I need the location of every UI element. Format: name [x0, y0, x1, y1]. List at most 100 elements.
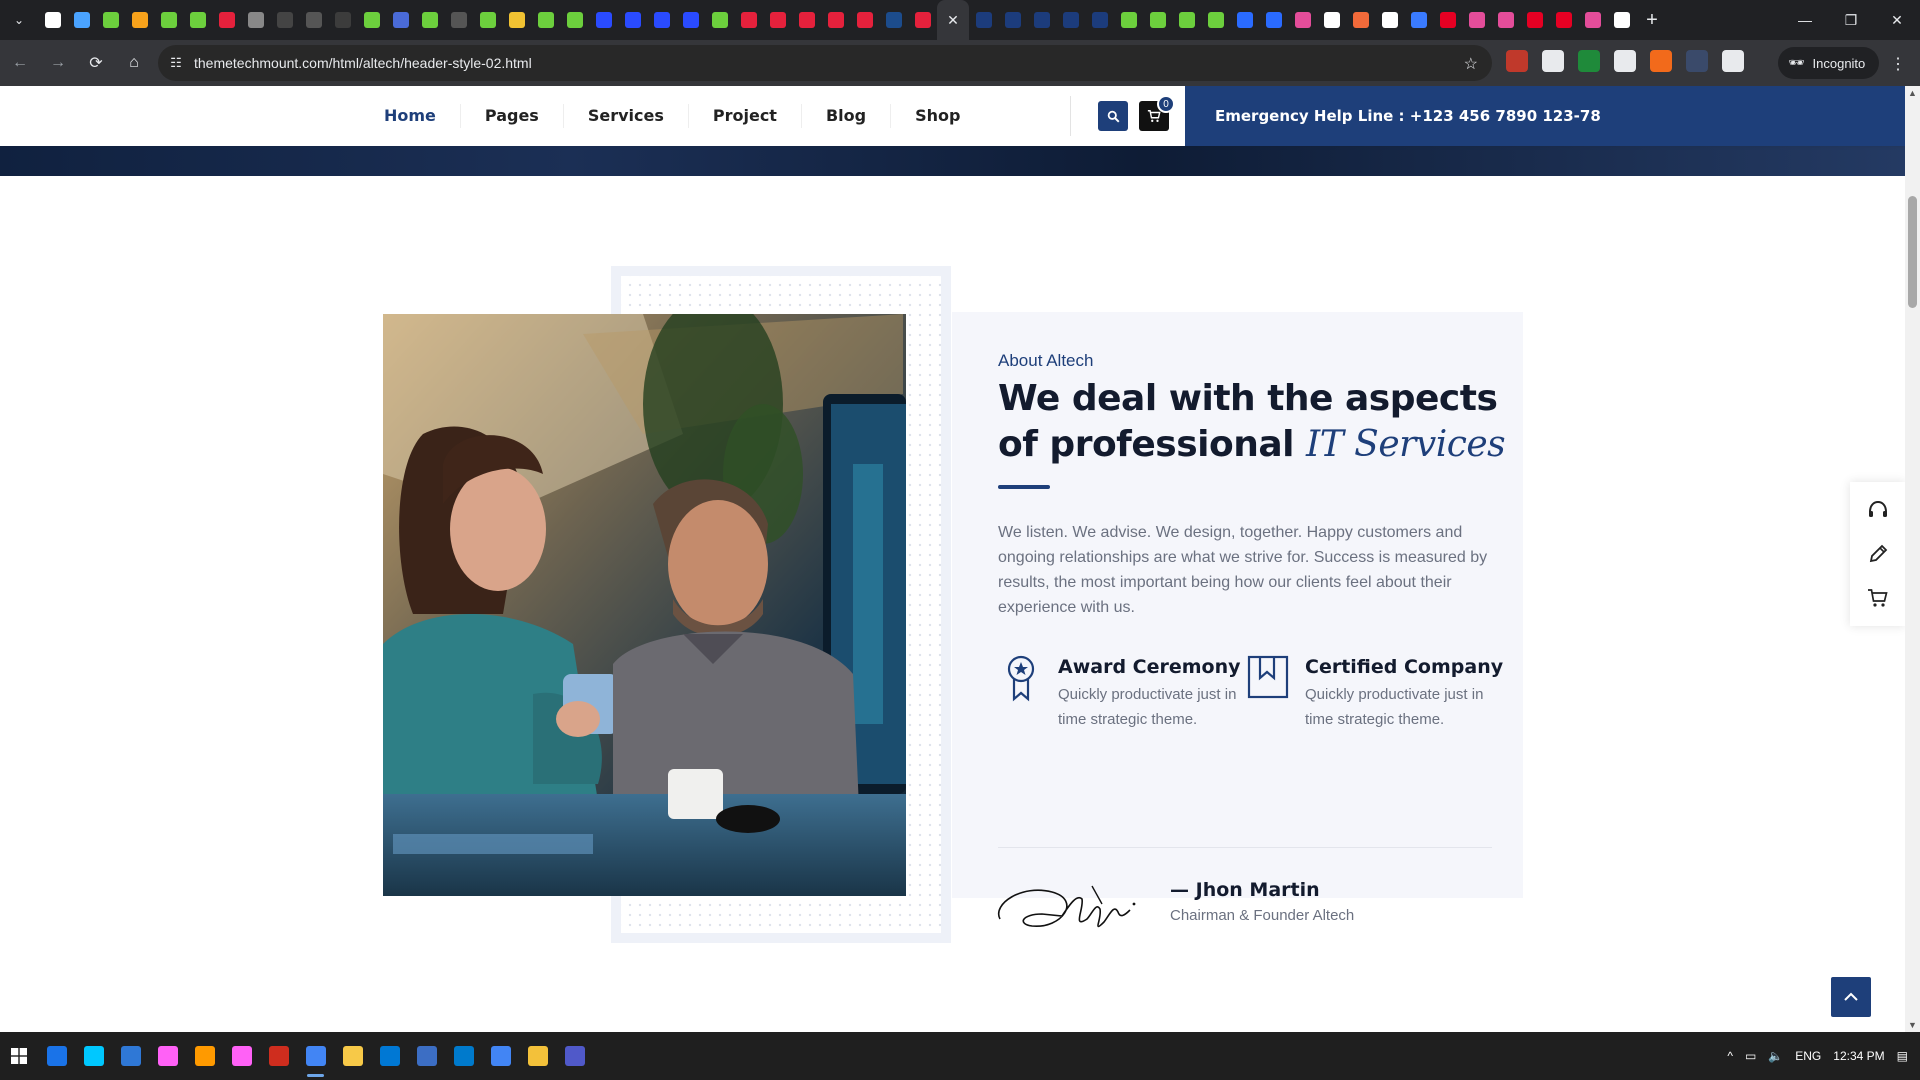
browser-tab[interactable]: [1491, 0, 1520, 40]
extension-icon[interactable]: [1614, 50, 1636, 72]
browser-tab[interactable]: [1172, 0, 1201, 40]
extension-icon[interactable]: [1578, 50, 1600, 72]
reload-button[interactable]: ⟳: [78, 45, 114, 81]
browser-tab[interactable]: [1056, 0, 1085, 40]
taskbar-app[interactable]: [334, 1032, 371, 1080]
taskbar-app[interactable]: [408, 1032, 445, 1080]
scroll-down-icon[interactable]: ▼: [1908, 1020, 1917, 1030]
close-window-button[interactable]: ✕: [1874, 0, 1920, 40]
taskbar-app[interactable]: [186, 1032, 223, 1080]
network-icon[interactable]: ▭: [1745, 1049, 1756, 1063]
taskbar-app[interactable]: [112, 1032, 149, 1080]
browser-tab[interactable]: [1317, 0, 1346, 40]
tab-search-button[interactable]: ⌄: [0, 0, 38, 40]
page-scrollbar[interactable]: ▲ ▼: [1905, 86, 1920, 1032]
browser-tab[interactable]: [676, 0, 705, 40]
taskbar-app[interactable]: [75, 1032, 112, 1080]
browser-tab[interactable]: [473, 0, 502, 40]
browser-tab[interactable]: [1201, 0, 1230, 40]
browser-tab[interactable]: [1288, 0, 1317, 40]
browser-tab[interactable]: [357, 0, 386, 40]
browser-menu-icon[interactable]: ⋮: [1890, 54, 1906, 74]
close-icon[interactable]: ✕: [947, 12, 959, 29]
browser-tab[interactable]: [212, 0, 241, 40]
browser-tab[interactable]: [618, 0, 647, 40]
browser-tab[interactable]: [444, 0, 473, 40]
browser-tab[interactable]: [67, 0, 96, 40]
browser-tab[interactable]: [96, 0, 125, 40]
browser-tab[interactable]: [998, 0, 1027, 40]
extension-icon[interactable]: [1506, 50, 1528, 72]
browser-tab[interactable]: [125, 0, 154, 40]
nav-pages[interactable]: Pages: [461, 104, 564, 128]
browser-tab[interactable]: [415, 0, 444, 40]
nav-shop[interactable]: Shop: [891, 104, 984, 128]
browser-tab[interactable]: [1462, 0, 1491, 40]
browser-tab[interactable]: [1259, 0, 1288, 40]
browser-tab[interactable]: [821, 0, 850, 40]
browser-tab[interactable]: [1607, 0, 1636, 40]
browser-tab[interactable]: [1375, 0, 1404, 40]
browser-tab[interactable]: [154, 0, 183, 40]
nav-home[interactable]: Home: [360, 104, 461, 128]
scrollbar-thumb[interactable]: [1908, 196, 1917, 308]
language-indicator[interactable]: ENG: [1795, 1049, 1821, 1063]
new-tab-button[interactable]: +: [1636, 0, 1668, 40]
browser-tab[interactable]: [879, 0, 908, 40]
browser-tab[interactable]: [183, 0, 212, 40]
browser-tab[interactable]: [1143, 0, 1172, 40]
browser-tab[interactable]: [734, 0, 763, 40]
minimize-button[interactable]: —: [1782, 0, 1828, 40]
back-button[interactable]: ←: [2, 45, 38, 81]
browser-tab[interactable]: [38, 0, 67, 40]
emergency-helpline[interactable]: Emergency Help Line : +123 456 7890 123-…: [1185, 86, 1905, 146]
browser-tab[interactable]: [270, 0, 299, 40]
nav-services[interactable]: Services: [564, 104, 689, 128]
extension-icon[interactable]: [1650, 50, 1672, 72]
browser-tab[interactable]: [969, 0, 998, 40]
browser-tab[interactable]: [1114, 0, 1143, 40]
browser-tab[interactable]: [1578, 0, 1607, 40]
home-button[interactable]: ⌂: [116, 45, 152, 81]
taskbar-app[interactable]: [445, 1032, 482, 1080]
cart-icon[interactable]: [1867, 587, 1889, 609]
address-bar[interactable]: ☷ themetechmount.com/html/altech/header-…: [158, 45, 1492, 81]
extension-icon[interactable]: [1542, 50, 1564, 72]
notification-icon[interactable]: ▤: [1897, 1049, 1908, 1063]
taskbar-app[interactable]: [38, 1032, 75, 1080]
browser-tab[interactable]: [1230, 0, 1259, 40]
browser-tab[interactable]: [299, 0, 328, 40]
volume-icon[interactable]: 🔈: [1768, 1049, 1783, 1063]
browser-tab[interactable]: [1520, 0, 1549, 40]
nav-project[interactable]: Project: [689, 104, 802, 128]
scroll-up-icon[interactable]: ▲: [1908, 88, 1917, 98]
taskbar-app[interactable]: [297, 1032, 334, 1080]
header-search-button[interactable]: [1098, 101, 1128, 131]
browser-tab[interactable]: [241, 0, 270, 40]
browser-tab[interactable]: [1346, 0, 1375, 40]
browser-tab[interactable]: [502, 0, 531, 40]
back-to-top-button[interactable]: [1831, 977, 1871, 1017]
browser-tab[interactable]: [705, 0, 734, 40]
browser-tab[interactable]: [386, 0, 415, 40]
taskbar-app[interactable]: [556, 1032, 593, 1080]
active-tab[interactable]: ✕: [937, 0, 969, 40]
browser-tab[interactable]: [647, 0, 676, 40]
browser-tab[interactable]: [1404, 0, 1433, 40]
browser-tab[interactable]: [763, 0, 792, 40]
browser-tab[interactable]: [1027, 0, 1056, 40]
browser-tab[interactable]: [850, 0, 879, 40]
forward-button[interactable]: →: [40, 45, 76, 81]
taskbar-app[interactable]: [223, 1032, 260, 1080]
pencil-icon[interactable]: [1867, 543, 1889, 565]
taskbar-app[interactable]: [149, 1032, 186, 1080]
browser-tab[interactable]: [589, 0, 618, 40]
browser-tab[interactable]: [1085, 0, 1114, 40]
bookmark-star-icon[interactable]: ☆: [1464, 54, 1478, 74]
browser-tab[interactable]: [328, 0, 357, 40]
restore-button[interactable]: ❐: [1828, 0, 1874, 40]
browser-tab[interactable]: [792, 0, 821, 40]
browser-tab[interactable]: [908, 0, 937, 40]
browser-tab[interactable]: [560, 0, 589, 40]
taskbar-app[interactable]: [260, 1032, 297, 1080]
